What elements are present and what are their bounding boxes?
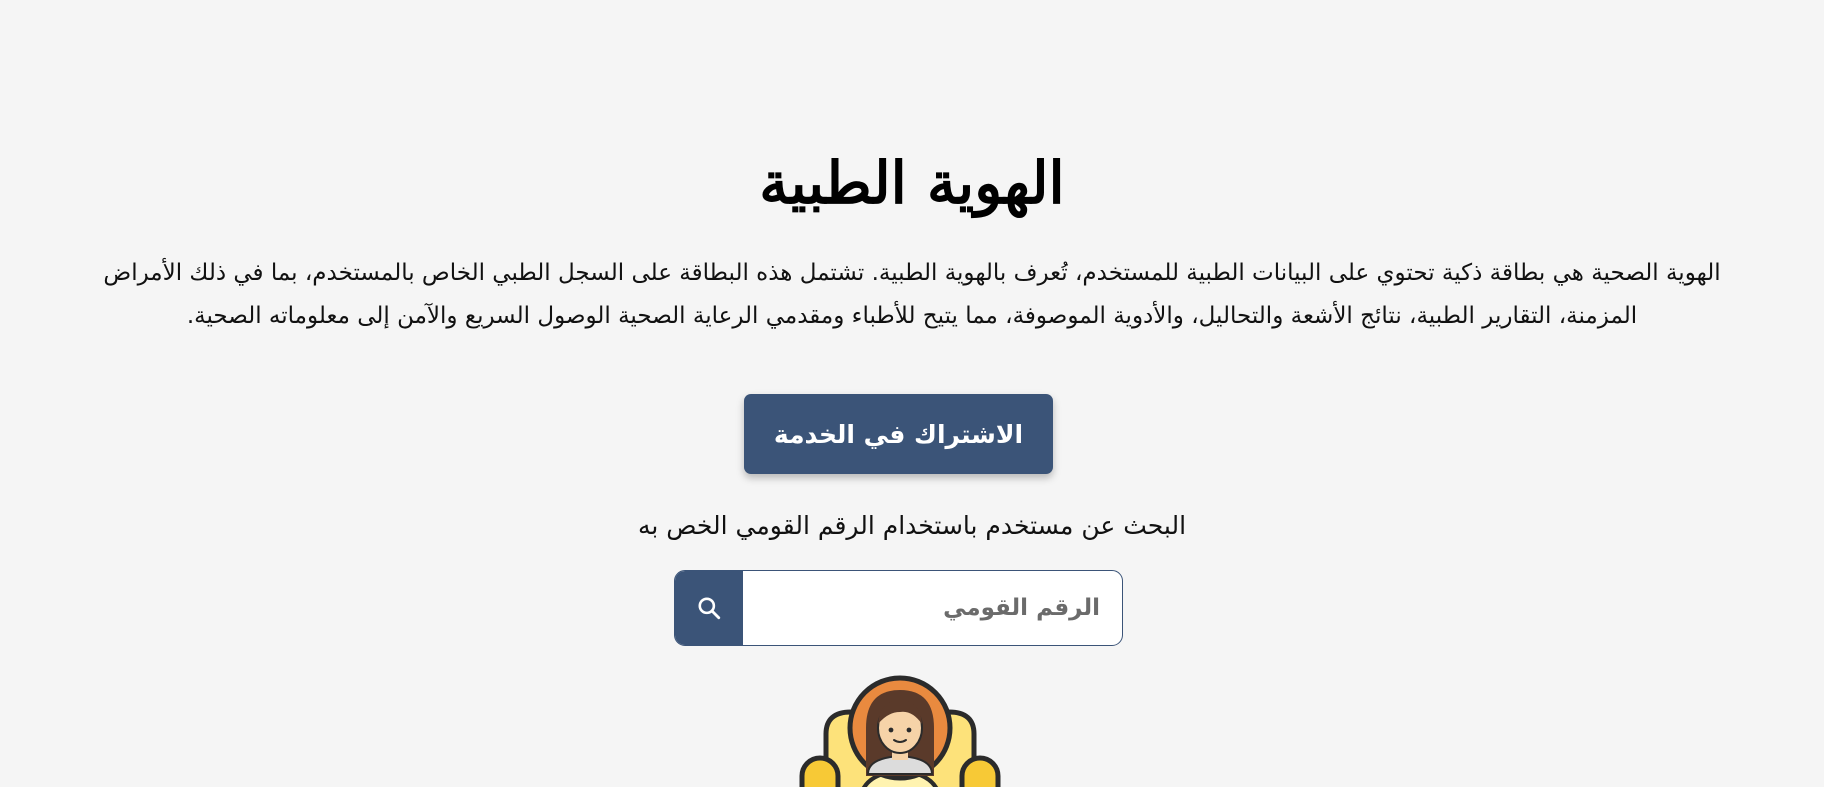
page-description: الهوية الصحية هي بطاقة ذكية تحتوي على ال… bbox=[103, 260, 1721, 329]
national-id-input[interactable] bbox=[743, 571, 1122, 645]
avatar-illustration bbox=[796, 672, 1004, 787]
page-root: الهوية الطبية الهوية الصحية هي بطاقة ذكي… bbox=[0, 0, 1824, 787]
page-title: الهوية الطبية bbox=[759, 149, 1065, 217]
search-button[interactable] bbox=[675, 571, 743, 645]
subscribe-button[interactable]: الاشتراك في الخدمة bbox=[744, 394, 1053, 474]
search-label: البحث عن مستخدم باستخدام الرقم القومي ال… bbox=[637, 511, 1187, 540]
user-avatar-illustration bbox=[799, 675, 1001, 787]
search-icon bbox=[698, 597, 721, 620]
search-box bbox=[674, 570, 1123, 646]
